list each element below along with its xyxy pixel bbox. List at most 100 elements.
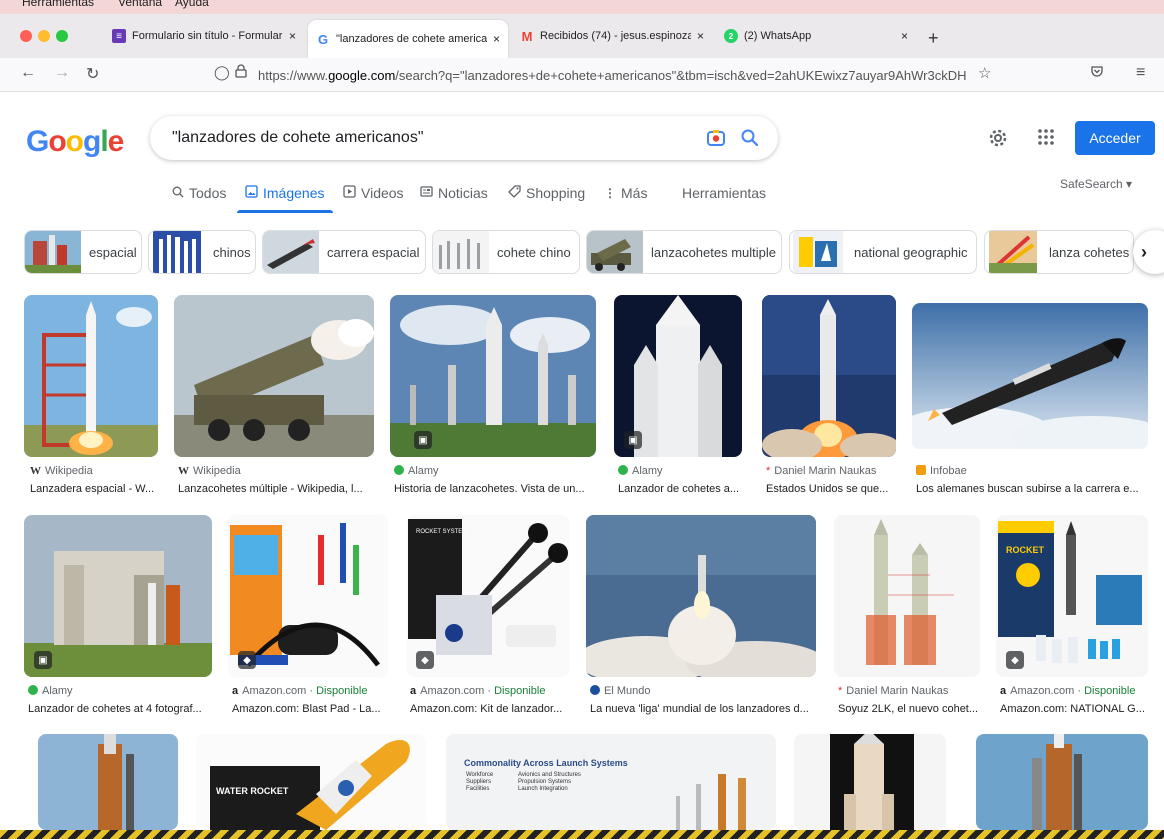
bookmark-star-icon[interactable]: ☆ [978,64,991,82]
browser-tab-forms[interactable]: ≡ Formulario sin título - Formulari × [104,20,304,52]
zoom-window-button[interactable] [56,30,68,42]
browser-tab-whatsapp[interactable]: 2 (2) WhatsApp × [716,20,916,52]
tab-close-icon[interactable]: × [493,32,500,46]
result-caption[interactable]: Amazon.com: Blast Pad - La... [232,703,388,715]
related-chip-lanzacohetes-multiple[interactable]: lanzacohetes multiple [586,230,782,274]
result-source[interactable]: a Amazon.com · Disponible [232,685,388,697]
result-source[interactable]: Alamy [28,685,212,697]
related-chip-lanza-cohetes[interactable]: lanza cohetes [984,230,1134,274]
tab-herramientas[interactable]: Herramientas [682,185,766,201]
search-input[interactable]: "lanzadores de cohete americanos" [150,116,778,160]
tab-mas[interactable]: ⋮ Más [604,185,647,201]
amazon-icon: a [410,685,417,697]
tab-noticias[interactable]: Noticias [420,185,488,201]
result-caption[interactable]: Los alemanes buscan subirse a la carrera… [916,483,1148,495]
tab-imagenes[interactable]: Imágenes [245,185,324,201]
result-source[interactable]: El Mundo [590,685,816,697]
infobae-icon [916,465,926,475]
slide-item: Suppliers [466,779,491,785]
tab-title: (2) WhatsApp [744,30,812,42]
back-arrow-icon[interactable]: ← [20,64,36,82]
result-image[interactable] [976,734,1148,830]
result-source[interactable]: a Amazon.com · Disponible [1000,685,1148,697]
new-tab-button[interactable]: + [928,28,939,49]
settings-gear-icon[interactable] [988,128,1008,153]
menu-ayuda[interactable]: Ayuda [175,0,209,9]
result-image[interactable] [762,295,896,457]
search-icon[interactable] [740,128,760,153]
related-chip-chinos[interactable]: chinos [148,230,256,274]
tab-close-icon[interactable]: × [697,29,704,43]
result-source[interactable]: W Wikipedia [178,465,374,477]
browser-tab-google[interactable]: G "lanzadores de cohete american × [308,20,508,58]
browser-tab-strip: ≡ Formulario sin título - Formulari × G … [0,14,1164,58]
result-image[interactable] [24,515,212,677]
result-image[interactable] [38,734,178,830]
chip-thumbnail [153,231,201,273]
result-source[interactable]: a Amazon.com · Disponible [410,685,570,697]
result-caption[interactable]: Historia de lanzacohetes. Vista de un... [394,483,594,495]
result-image[interactable] [912,303,1148,449]
close-window-button[interactable] [20,30,32,42]
result-image[interactable] [24,295,158,457]
tab-videos[interactable]: Videos [343,185,404,201]
result-image[interactable] [586,515,816,677]
result-caption[interactable]: Estados Unidos se que... [766,483,896,495]
menu-herramientas[interactable]: Herramientas [22,0,94,9]
chips-next-button[interactable]: › [1133,230,1164,274]
menu-hamburger-icon[interactable]: ≡ [1136,64,1145,82]
result-image[interactable] [834,515,980,677]
result-image[interactable]: WATER ROCKET [196,734,426,830]
result-caption[interactable]: La nueva 'liga' mundial de los lanzadore… [590,703,816,715]
reload-icon[interactable]: ↻ [86,64,99,84]
related-chip-cohete-chino[interactable]: cohete chino [432,230,580,274]
chip-thumbnail [433,231,489,273]
related-chip-national-geographic[interactable]: national geographic [789,230,977,274]
shield-icon[interactable]: ◯ [214,64,230,81]
tab-shopping[interactable]: Shopping [508,185,585,201]
result-caption[interactable]: Lanzador de cohetes at 4 fotograf... [28,703,212,715]
result-caption[interactable]: Amazon.com: Kit de lanzador... [410,703,570,715]
google-g-icon: G [317,31,329,47]
box-text: ROCKET [1006,545,1045,555]
pocket-icon[interactable] [1090,64,1104,81]
box-text: ROCKET SYSTEM [416,529,467,535]
result-image[interactable]: Commonality Across Launch Systems Workfo… [446,734,776,830]
result-source[interactable]: * Daniel Marin Naukas [838,685,980,697]
tab-close-icon[interactable]: × [289,29,296,43]
google-lens-icon[interactable] [706,128,726,153]
google-logo[interactable]: Google [26,125,124,159]
result-caption[interactable]: Amazon.com: NATIONAL G... [1000,703,1148,715]
result-image[interactable] [174,295,374,457]
image-badge-icon: ◆ [1006,651,1024,669]
slide-item: Propulsion Systems [518,779,571,785]
alamy-icon [28,685,38,695]
tab-todos[interactable]: Todos [172,185,226,201]
minimize-window-button[interactable] [38,30,50,42]
result-source[interactable]: * Daniel Marin Naukas [766,465,896,477]
elmundo-icon [590,685,600,695]
result-source[interactable]: Alamy [618,465,742,477]
google-apps-icon[interactable] [1037,128,1055,151]
menu-ventana[interactable]: Ventana [118,0,162,9]
result-source[interactable]: Alamy [394,465,594,477]
browser-tab-gmail[interactable]: M Recibidos (74) - jesus.espinoza × [512,20,712,52]
related-chip-carrera-espacial[interactable]: carrera espacial [262,230,426,274]
sign-in-button[interactable]: Acceder [1075,121,1155,155]
lock-icon[interactable] [235,64,247,81]
related-chip-espacial[interactable]: espacial [24,230,142,274]
result-image[interactable] [794,734,946,830]
result-source[interactable]: Infobae [916,465,1148,477]
result-caption[interactable]: Lanzador de cohetes a... [618,483,742,495]
result-caption[interactable]: Lanzadera espacial - W... [30,483,160,495]
safesearch-dropdown[interactable]: SafeSearch ▾ [1060,177,1132,191]
tab-close-icon[interactable]: × [901,29,908,43]
forward-arrow-icon[interactable]: → [54,64,70,82]
result-source[interactable]: W Wikipedia [30,465,160,477]
result-caption[interactable]: Lanzacohetes múltiple - Wikipedia, l... [178,483,374,495]
water-rocket-text: WATER ROCKET [216,786,289,796]
result-caption[interactable]: Soyuz 2LK, el nuevo cohet... [838,703,980,715]
search-icon [172,186,184,201]
amazon-icon: a [232,685,239,697]
url-field[interactable]: https://www. google.com/search?q="lanzado… [258,62,970,88]
